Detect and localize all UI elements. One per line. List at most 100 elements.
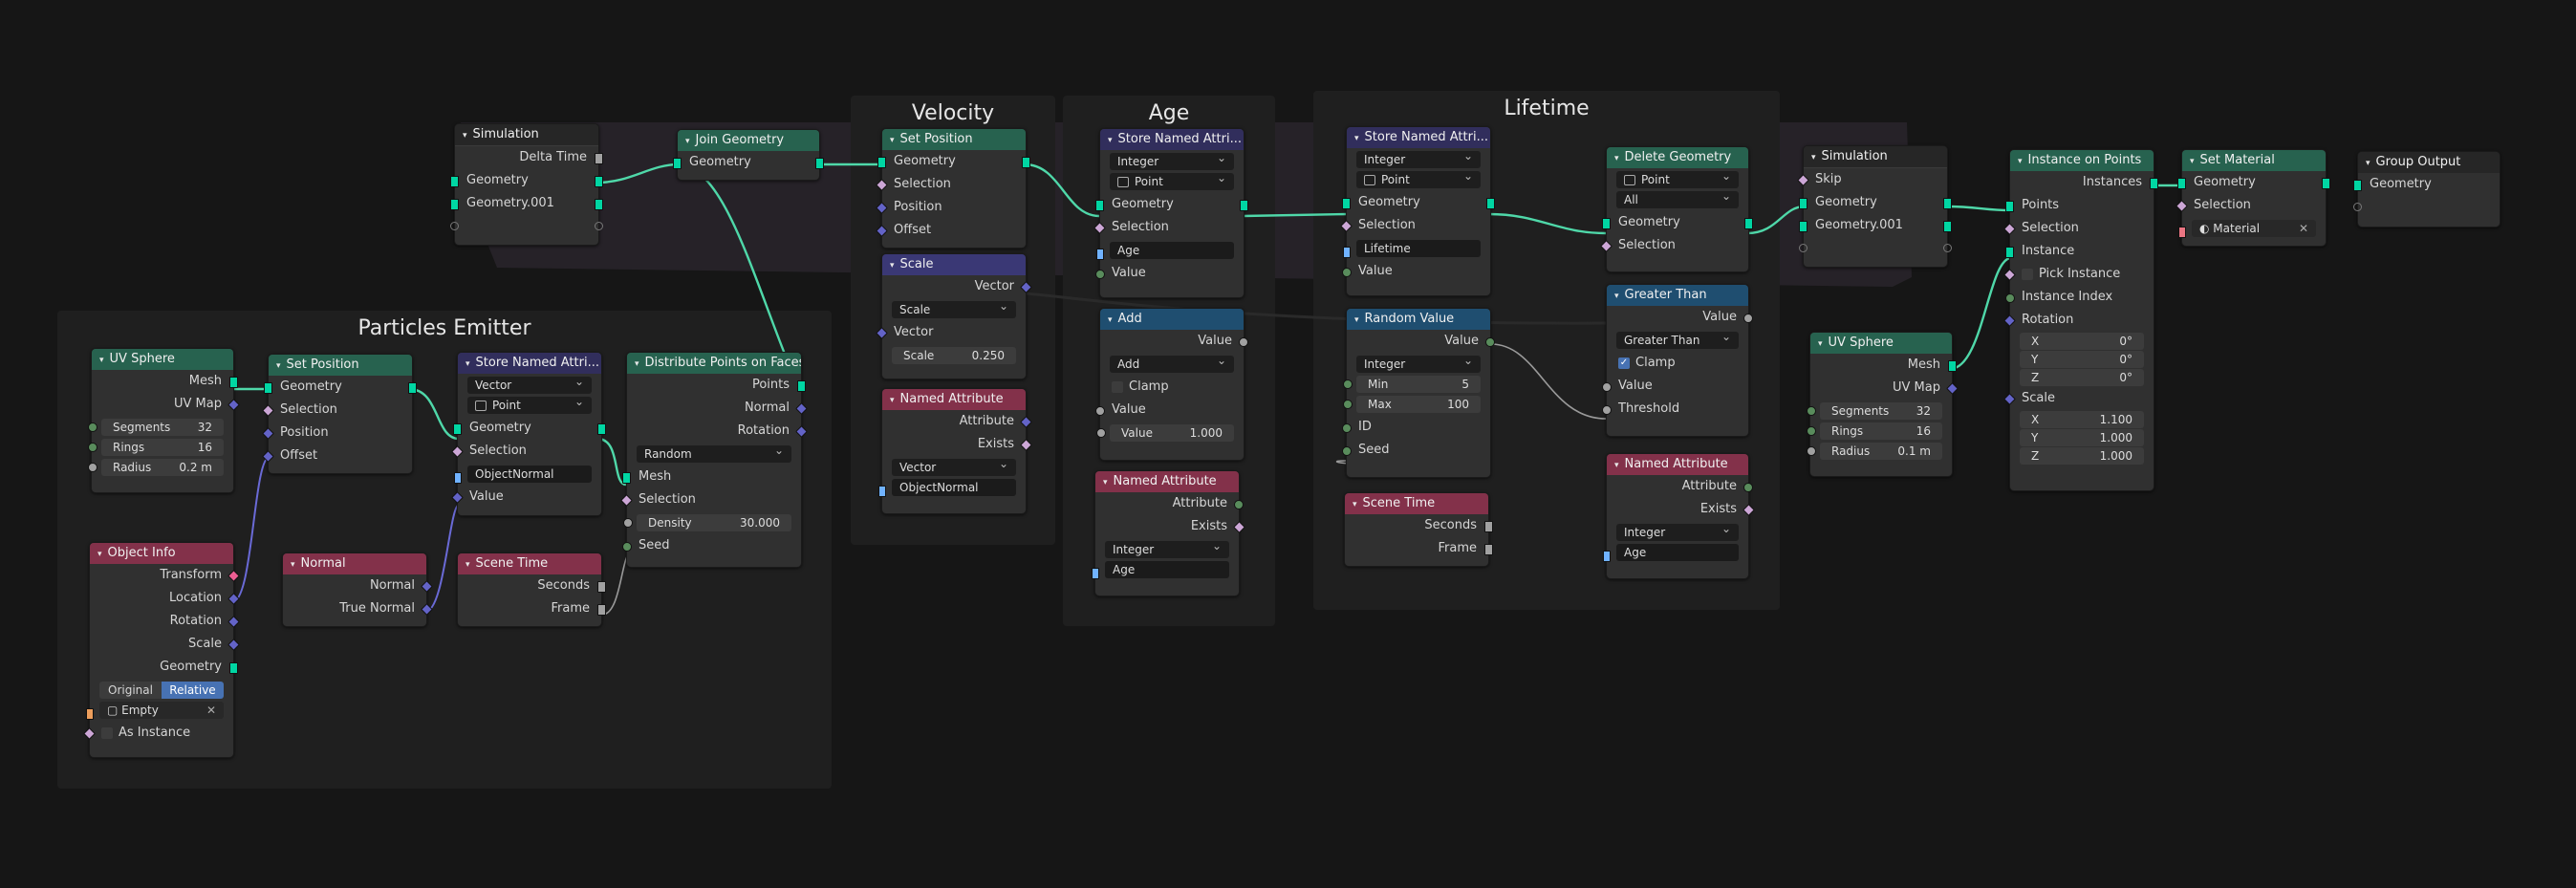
socket-mesh[interactable]: Mesh bbox=[622, 466, 801, 488]
socket-empty[interactable] bbox=[450, 215, 603, 238]
socket-dot-icon[interactable] bbox=[264, 382, 272, 394]
socket-value[interactable]: Value bbox=[1095, 262, 1244, 285]
socket-seconds[interactable]: Seconds bbox=[1345, 514, 1493, 537]
empty-socket-icon[interactable] bbox=[1799, 244, 1808, 252]
socket-dot-icon[interactable] bbox=[1484, 521, 1493, 532]
collapse-chevron-icon[interactable]: ▾ bbox=[1354, 128, 1359, 148]
checkbox-icon[interactable] bbox=[101, 726, 113, 739]
socket-exists[interactable]: Exists bbox=[1607, 498, 1755, 521]
socket-rotation[interactable]: Rotation bbox=[90, 610, 240, 633]
socket-dot-icon[interactable] bbox=[88, 443, 97, 452]
pick-instance-checkbox[interactable]: Pick Instance bbox=[2003, 263, 2154, 286]
socket-dot-icon[interactable] bbox=[878, 486, 886, 497]
socket-mesh[interactable]: Mesh bbox=[1810, 354, 1957, 377]
clear-icon[interactable]: ✕ bbox=[2299, 220, 2308, 237]
socket-value[interactable]: Value bbox=[451, 486, 601, 509]
set-position-emitter-node[interactable]: ▾ Set Position Geometry Selection Positio… bbox=[262, 354, 417, 474]
segments-field[interactable]: Segments 32 bbox=[1807, 402, 1942, 420]
socket-dot-icon[interactable] bbox=[229, 377, 238, 388]
socket-dot-icon[interactable] bbox=[408, 382, 417, 394]
socket-dot-icon[interactable] bbox=[453, 423, 462, 435]
socket-selection[interactable]: Selection bbox=[1340, 214, 1490, 237]
domain-dropdown[interactable]: Point bbox=[1616, 167, 1739, 188]
store-named-attribute-normal-node[interactable]: ▾ Store Named Attri... Vector Point Geome… bbox=[451, 352, 606, 516]
collapse-chevron-icon[interactable]: ▾ bbox=[1353, 494, 1357, 514]
socket-dot-icon[interactable] bbox=[1948, 360, 1957, 372]
collapse-chevron-icon[interactable]: ▾ bbox=[465, 554, 470, 574]
socket-selection[interactable]: Selection bbox=[1600, 234, 1748, 257]
socket-dot-icon[interactable] bbox=[88, 463, 97, 472]
socket-delta-time[interactable]: Delta Time bbox=[455, 146, 603, 169]
socket-geometry[interactable]: Geometry bbox=[1799, 191, 1952, 214]
socket-empty[interactable] bbox=[2353, 196, 2500, 219]
socket-transform[interactable]: Transform bbox=[90, 564, 240, 587]
name-field[interactable]: ObjectNormal bbox=[454, 466, 592, 484]
socket-dot-icon[interactable] bbox=[595, 199, 603, 210]
group-output-node[interactable]: ▾ Group Output Geometry bbox=[2353, 151, 2500, 227]
socket-normal[interactable]: Normal bbox=[627, 397, 808, 420]
clamp-checkbox[interactable]: Clamp bbox=[1100, 376, 1244, 399]
node-editor-canvas[interactable]: Velocity Age Lifetime Particles Emitter bbox=[0, 0, 2576, 888]
collapse-chevron-icon[interactable]: ▾ bbox=[1108, 130, 1113, 150]
socket-dot-icon[interactable] bbox=[2005, 293, 2015, 303]
socket-dot-icon[interactable] bbox=[454, 472, 462, 484]
socket-dot-icon[interactable] bbox=[597, 604, 606, 616]
socket-dot-icon[interactable] bbox=[877, 157, 886, 168]
as-instance-checkbox[interactable]: As Instance bbox=[83, 722, 233, 745]
socket-position[interactable]: Position bbox=[262, 422, 412, 444]
socket-geometry[interactable]: Geometry bbox=[453, 417, 606, 440]
store-named-attribute-lifetime-node[interactable]: ▾ Store Named Attri... Integer Point Geom… bbox=[1340, 126, 1495, 296]
socket-geometry[interactable]: Geometry bbox=[877, 150, 1030, 173]
density-field[interactable]: Density 30.000 bbox=[623, 514, 791, 531]
scene-time-emitter-node[interactable]: ▾ Scene Time Seconds Frame bbox=[457, 552, 606, 627]
socket-selection[interactable]: Selection bbox=[2003, 217, 2154, 240]
collapse-chevron-icon[interactable]: ▾ bbox=[1614, 148, 1619, 168]
socket-selection[interactable]: Selection bbox=[262, 399, 412, 422]
socket-instance[interactable]: Instance bbox=[2005, 240, 2154, 263]
domain-dropdown[interactable]: Point bbox=[467, 393, 592, 414]
socket-dot-icon[interactable] bbox=[450, 176, 459, 187]
scene-time-lifetime-node[interactable]: ▾ Scene Time Seconds Frame bbox=[1344, 492, 1493, 567]
transform-space-toggle[interactable]: Original Relative bbox=[99, 682, 224, 699]
data-type-dropdown[interactable]: Integer bbox=[1105, 537, 1229, 558]
value-field[interactable]: Value 1.000 bbox=[1096, 424, 1234, 442]
socket-dot-icon[interactable] bbox=[595, 176, 603, 187]
simulation-output-node[interactable]: ▾ Simulation Skip Geometry Geometry.001 bbox=[1797, 145, 1952, 268]
named-attribute-vector-node[interactable]: ▾ Named Attribute Attribute Exists Vector… bbox=[878, 388, 1032, 514]
socket-scale[interactable]: Scale bbox=[2003, 387, 2154, 410]
socket-geometry[interactable]: Geometry bbox=[1602, 211, 1753, 234]
operation-dropdown[interactable]: Greater Than bbox=[1616, 328, 1739, 349]
socket-dot-icon[interactable] bbox=[595, 153, 603, 164]
collapse-chevron-icon[interactable]: ▾ bbox=[635, 354, 639, 374]
socket-dot-icon[interactable] bbox=[1943, 221, 1952, 232]
socket-dot-icon[interactable] bbox=[1343, 247, 1351, 258]
socket-dot-icon[interactable] bbox=[1343, 379, 1353, 389]
socket-geometry[interactable]: Geometry bbox=[1342, 191, 1495, 214]
socket-dot-icon[interactable] bbox=[597, 581, 606, 593]
socket-geometry[interactable]: Geometry bbox=[264, 376, 417, 399]
socket-selection[interactable]: Selection bbox=[2176, 194, 2326, 217]
socket-uv-map[interactable]: UV Map bbox=[1810, 377, 1959, 400]
socket-dot-icon[interactable] bbox=[86, 708, 94, 720]
simulation-input-node[interactable]: ▾ Simulation Delta Time Geometry Geometry… bbox=[450, 123, 603, 246]
socket-geometry[interactable]: Geometry bbox=[450, 169, 603, 192]
max-field[interactable]: Max 100 bbox=[1343, 396, 1481, 413]
scale-y-field[interactable]: Y 1.000 bbox=[2020, 429, 2144, 446]
set-material-node[interactable]: ▾ Set Material Geometry Selection ◐ Mater… bbox=[2176, 149, 2330, 247]
socket-value-in[interactable]: Value bbox=[1602, 375, 1748, 398]
name-field[interactable]: Age bbox=[1096, 242, 1234, 260]
collapse-chevron-icon[interactable]: ▾ bbox=[99, 350, 104, 370]
rotation-y-field[interactable]: Y 0° bbox=[2020, 351, 2144, 368]
relative-option[interactable]: Relative bbox=[162, 682, 224, 699]
random-value-node[interactable]: ▾Random Value Value Integer Min5 Max100 … bbox=[1342, 308, 1495, 478]
socket-selection[interactable]: Selection bbox=[876, 173, 1026, 196]
socket-dot-icon[interactable] bbox=[797, 380, 806, 392]
socket-seed[interactable]: Seed bbox=[622, 534, 801, 557]
store-named-attribute-age-node[interactable]: ▾ Store Named Attri... Integer Point Geom… bbox=[1093, 128, 1248, 298]
socket-value-in[interactable]: Value bbox=[1095, 399, 1244, 422]
math-add-node[interactable]: ▾ Add Value Add Clamp Value Value1.000 bbox=[1095, 308, 1248, 461]
socket-dot-icon[interactable] bbox=[622, 542, 632, 552]
operation-dropdown[interactable]: Scale bbox=[892, 297, 1016, 318]
set-position-velocity-node[interactable]: ▾ Set Position Geometry Selection Positio… bbox=[876, 128, 1030, 249]
radius-field[interactable]: Radius 0.1 m bbox=[1807, 443, 1942, 460]
